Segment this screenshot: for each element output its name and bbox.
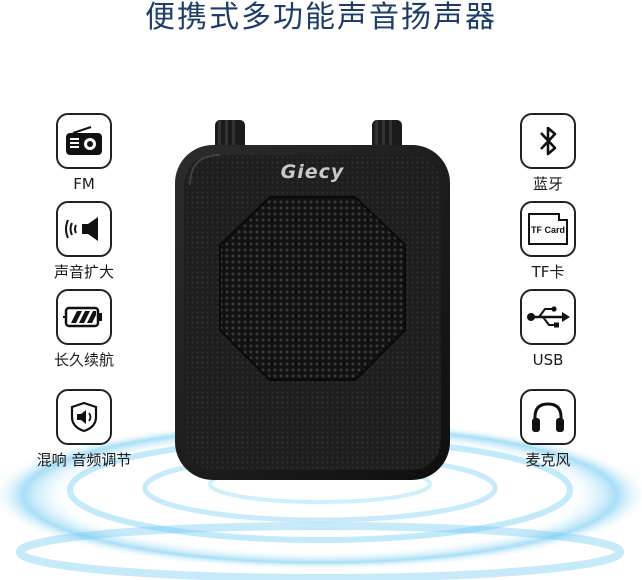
feature-tf-card: TF Card TF卡	[488, 201, 608, 281]
tf-card-text: TF Card	[531, 225, 565, 235]
feature-label: TF卡	[531, 263, 565, 281]
feature-bluetooth: 蓝牙	[488, 113, 608, 193]
feature-echo-adjust: 混响 音频调节	[24, 389, 144, 469]
tf-card-icon: TF Card	[520, 201, 576, 257]
feature-label: 长久续航	[53, 351, 114, 369]
page-title: 便携式多功能声音扬声器	[145, 0, 497, 35]
feature-label: 蓝牙	[532, 175, 563, 193]
feature-label: 混响 音频调节	[36, 451, 132, 469]
bluetooth-icon	[520, 113, 576, 169]
headphones-icon	[520, 389, 576, 445]
usb-icon	[520, 289, 576, 345]
speaker-image: Giecy	[170, 115, 455, 485]
feature-label: 声音扩大	[53, 263, 114, 281]
sound-amplify-icon	[56, 201, 112, 257]
feature-usb: USB	[488, 289, 608, 369]
feature-label: USB	[532, 351, 564, 369]
feature-microphone: 麦克风	[488, 389, 608, 469]
battery-icon	[56, 289, 112, 345]
feature-battery: 长久续航	[24, 289, 144, 369]
brand-logo: Giecy	[280, 161, 345, 183]
radio-icon	[56, 113, 112, 169]
feature-sound-amplify: 声音扩大	[24, 201, 144, 281]
feature-label: 麦克风	[525, 451, 571, 469]
feature-label: FM	[73, 175, 95, 193]
echo-adjust-icon	[56, 389, 112, 445]
feature-fm: FM	[24, 113, 144, 193]
